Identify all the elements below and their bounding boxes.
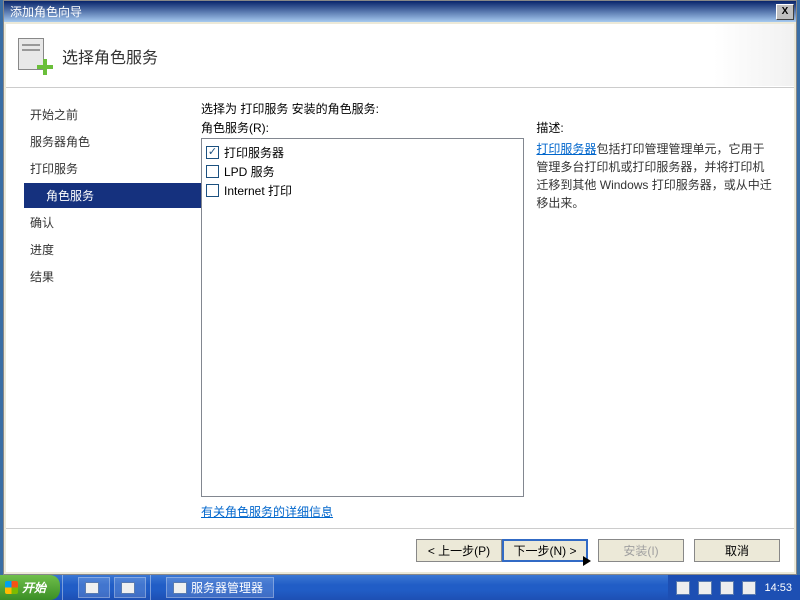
install-button: 安装(I) <box>598 539 684 562</box>
window-icon <box>121 582 135 594</box>
roles-label: 角色服务(R): <box>201 119 524 136</box>
window-title: 添加角色向导 <box>6 3 776 20</box>
taskbar: 开始 服务器管理器 14:53 <box>0 575 800 600</box>
wizard-footer: < 上一步(P) 下一步(N) > 安装(I) 取消 <box>6 528 794 572</box>
cancel-button[interactable]: 取消 <box>694 539 780 562</box>
checkbox-icon[interactable] <box>206 184 219 197</box>
instruction-text: 选择为 打印服务 安装的角色服务: <box>201 100 776 117</box>
description-text: 打印服务器包括打印管理管理单元，它用于管理多台打印机或打印服务器，并将打印机迁移… <box>536 140 776 212</box>
cursor-icon <box>583 556 591 566</box>
role-label: LPD 服务 <box>224 163 275 180</box>
taskbar-item-server-manager[interactable]: 服务器管理器 <box>166 577 274 598</box>
role-lpd-service[interactable]: LPD 服务 <box>206 162 519 181</box>
nav-role-services[interactable]: 角色服务 <box>24 183 201 208</box>
wizard-header: 选择角色服务 <box>6 24 794 88</box>
checkbox-icon[interactable]: ✓ <box>206 146 219 159</box>
wizard-window: 添加角色向导 X 选择角色服务 开始之前 服务器角色 打印服务 角色服务 确认 … <box>3 0 797 575</box>
role-print-server[interactable]: ✓ 打印服务器 <box>206 143 519 162</box>
role-label: Internet 打印 <box>224 182 292 199</box>
more-info-link[interactable]: 有关角色服务的详细信息 <box>201 505 333 519</box>
next-button[interactable]: 下一步(N) > <box>502 539 588 562</box>
clock[interactable]: 14:53 <box>764 582 792 594</box>
wizard-nav: 开始之前 服务器角色 打印服务 角色服务 确认 进度 结果 <box>6 88 201 528</box>
role-services-listbox[interactable]: ✓ 打印服务器 LPD 服务 Internet 打印 <box>201 138 524 497</box>
role-label: 打印服务器 <box>224 144 284 161</box>
nav-progress[interactable]: 进度 <box>24 237 201 262</box>
start-button[interactable]: 开始 <box>0 575 60 600</box>
server-add-icon <box>16 38 52 74</box>
quick-launch-icon[interactable] <box>114 577 146 598</box>
nav-before-you-begin[interactable]: 开始之前 <box>24 102 201 127</box>
titlebar: 添加角色向导 X <box>4 1 796 22</box>
back-button[interactable]: < 上一步(P) <box>416 539 502 562</box>
nav-server-roles[interactable]: 服务器角色 <box>24 129 201 154</box>
task-label: 服务器管理器 <box>191 579 263 596</box>
window-icon <box>85 582 99 594</box>
tray-icon[interactable] <box>720 581 734 595</box>
page-title: 选择角色服务 <box>62 44 158 68</box>
content-pane: 选择为 打印服务 安装的角色服务: 角色服务(R): ✓ 打印服务器 LPD 服… <box>201 88 794 528</box>
tray-icon[interactable] <box>676 581 690 595</box>
quick-launch-icon[interactable] <box>78 577 110 598</box>
description-title: 描述: <box>536 119 776 136</box>
nav-confirmation[interactable]: 确认 <box>24 210 201 235</box>
tray-icon[interactable] <box>698 581 712 595</box>
checkbox-icon[interactable] <box>206 165 219 178</box>
description-link[interactable]: 打印服务器 <box>536 142 596 156</box>
nav-results[interactable]: 结果 <box>24 264 201 289</box>
wizard-middle: 开始之前 服务器角色 打印服务 角色服务 确认 进度 结果 选择为 打印服务 安… <box>6 88 794 528</box>
role-internet-printing[interactable]: Internet 打印 <box>206 181 519 200</box>
wizard-body: 选择角色服务 开始之前 服务器角色 打印服务 角色服务 确认 进度 结果 选择为… <box>6 24 794 572</box>
tray-icon[interactable] <box>742 581 756 595</box>
nav-print-services[interactable]: 打印服务 <box>24 156 201 181</box>
app-icon <box>173 582 187 594</box>
system-tray: 14:53 <box>668 575 800 600</box>
close-button[interactable]: X <box>776 4 794 20</box>
